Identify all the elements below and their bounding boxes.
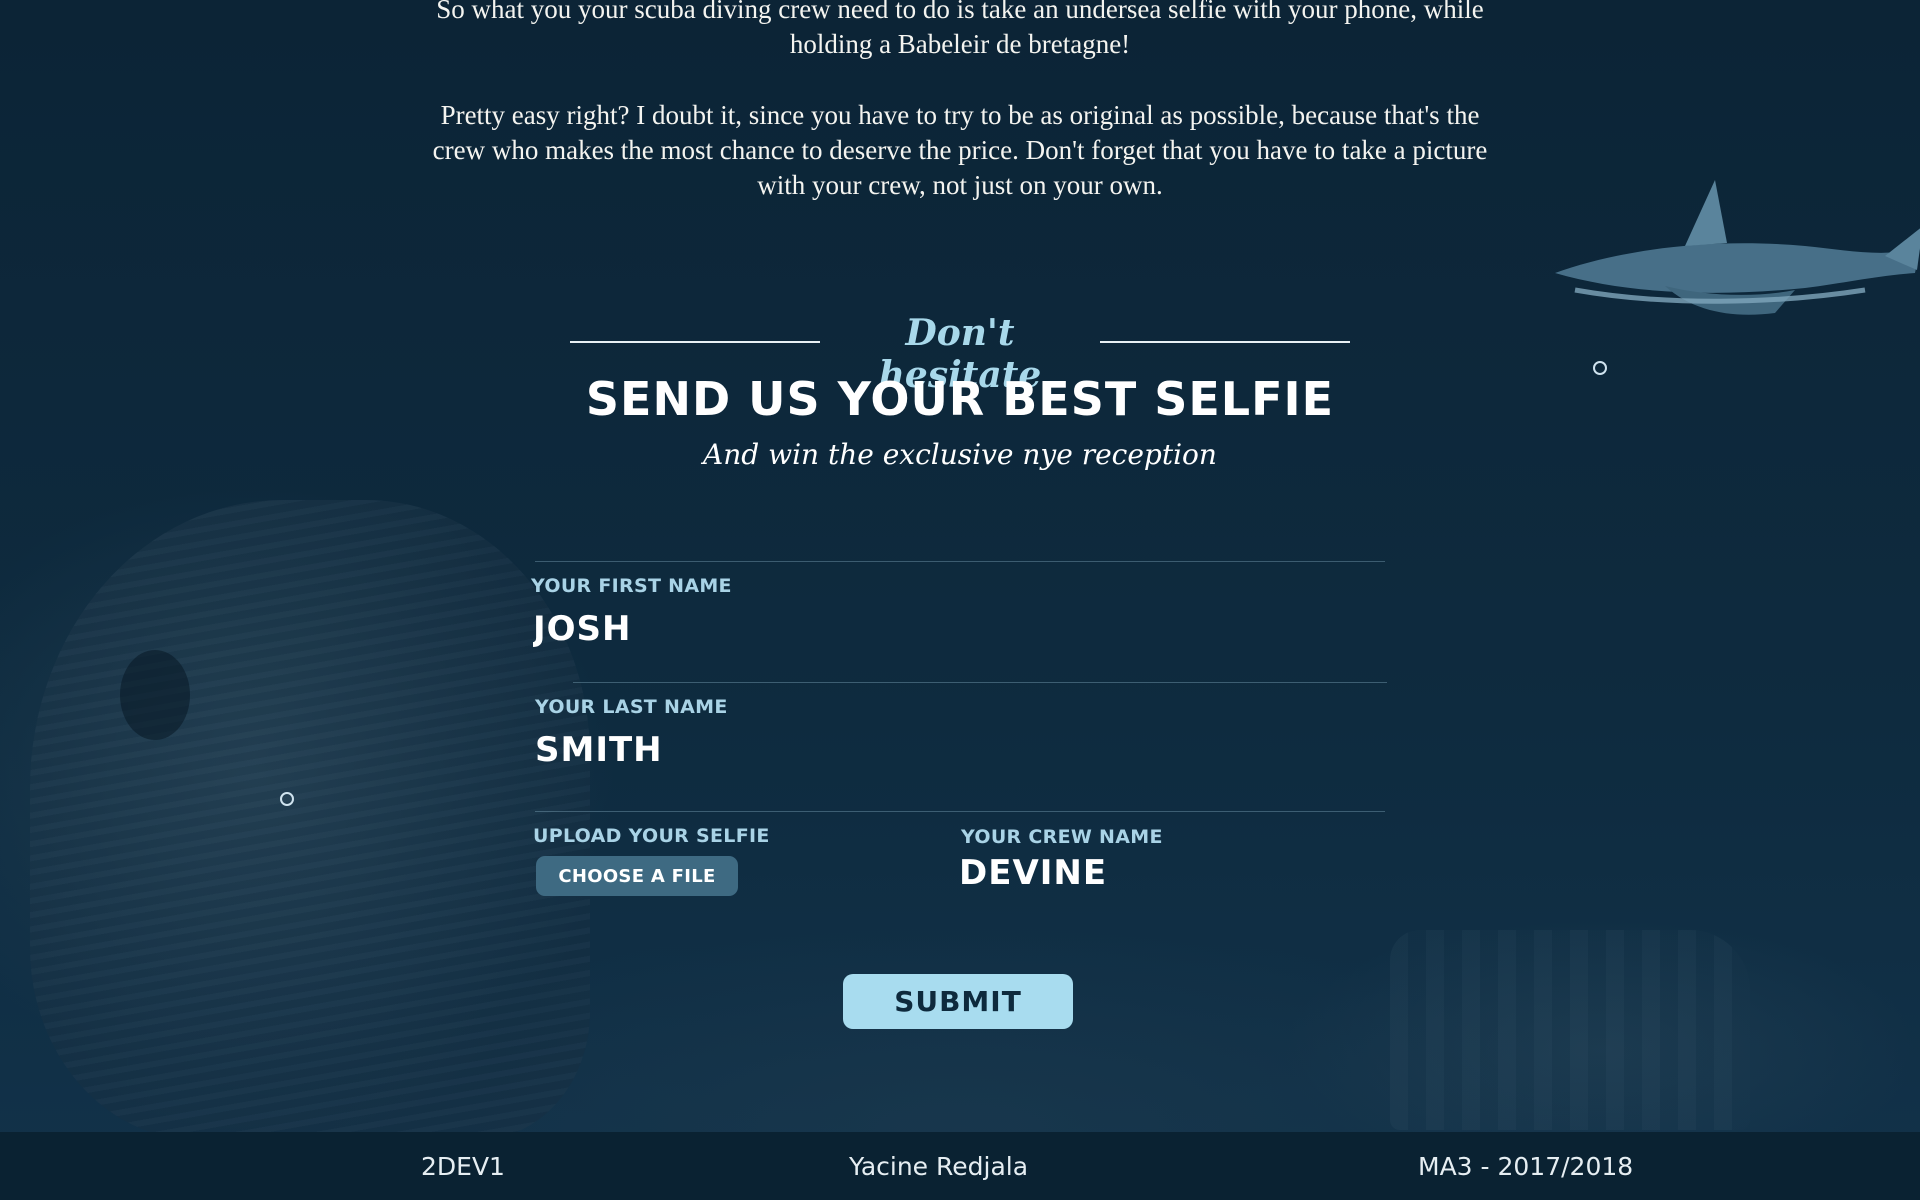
intro-text: So what you your scuba diving crew need … [420,0,1500,239]
intro-paragraph-2: Pretty easy right? I doubt it, since you… [432,100,1488,200]
first-name-label: YOUR FIRST NAME [531,575,732,597]
heading-divider-left [570,341,820,343]
background-rock [30,500,590,1140]
shark-illustration [1555,180,1920,315]
page-title: SEND US YOUR BEST SELFIE [585,372,1335,426]
footer-class: 2DEV1 [421,1152,505,1181]
first-name-field[interactable] [533,606,1033,652]
choose-file-button[interactable]: CHOOSE A FILE [536,856,738,896]
background-rock-hole [120,650,190,740]
background-wreck [1390,930,1750,1130]
footer: 2DEV1 Yacine Redjala MA3 - 2017/2018 [0,1132,1920,1200]
upload-selfie-label: UPLOAD YOUR SELFIE [533,825,770,847]
bubble-right [1593,361,1607,375]
field-divider [535,561,1385,562]
submit-button[interactable]: SUBMIT [843,974,1073,1029]
footer-author: Yacine Redjala [849,1152,1029,1181]
bubble-left [280,792,294,806]
field-divider [573,682,1387,683]
crew-name-label: YOUR CREW NAME [961,826,1163,848]
page-subtitle: And win the exclusive nye reception [703,438,1217,471]
intro-paragraph-1: So what you your scuba diving crew need … [436,0,1484,59]
last-name-field[interactable] [535,727,1035,773]
field-divider [535,811,1385,812]
section-heading: Don't hesitate [570,312,1350,396]
last-name-label: YOUR LAST NAME [535,696,728,718]
footer-course: MA3 - 2017/2018 [1418,1152,1634,1181]
crew-name-field[interactable] [959,850,1379,896]
heading-divider-right [1100,341,1350,343]
